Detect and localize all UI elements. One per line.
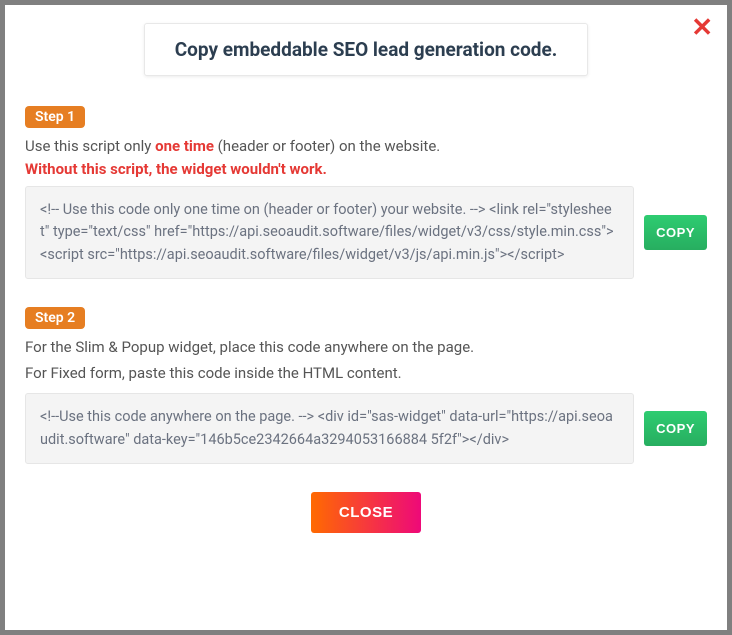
embed-code-modal: ✕ Copy embeddable SEO lead generation co… <box>5 5 727 630</box>
step-2-section: Step 2 For the Slim & Popup widget, plac… <box>25 307 707 464</box>
step-1-instruction-post: (header or footer) on the website. <box>214 137 440 155</box>
step-1-instruction: Use this script only one time (header or… <box>25 134 707 158</box>
close-icon[interactable]: ✕ <box>691 15 713 41</box>
step-1-section: Step 1 Use this script only one time (he… <box>25 106 707 279</box>
step-1-warning: Without this script, the widget wouldn't… <box>25 160 707 178</box>
copy-button-step-2[interactable]: COPY <box>644 411 707 446</box>
step-2-instruction-1: For the Slim & Popup widget, place this … <box>25 335 707 359</box>
close-button[interactable]: CLOSE <box>311 492 421 533</box>
modal-footer: CLOSE <box>25 492 707 533</box>
copy-button-step-1[interactable]: COPY <box>644 215 707 250</box>
step-2-instruction-2: For Fixed form, paste this code inside t… <box>25 361 707 385</box>
step-1-instruction-emphasis: one time <box>155 137 214 155</box>
step-1-badge: Step 1 <box>25 106 85 128</box>
modal-title: Copy embeddable SEO lead generation code… <box>175 38 558 61</box>
step-2-code[interactable]: <!--Use this code anywhere on the page. … <box>25 393 634 464</box>
step-1-code-row: <!-- Use this code only one time on (hea… <box>25 186 707 279</box>
modal-title-box: Copy embeddable SEO lead generation code… <box>144 23 589 76</box>
step-2-code-row: <!--Use this code anywhere on the page. … <box>25 393 707 464</box>
step-1-instruction-pre: Use this script only <box>25 137 155 155</box>
step-1-code[interactable]: <!-- Use this code only one time on (hea… <box>25 186 634 279</box>
step-2-badge: Step 2 <box>25 307 85 329</box>
